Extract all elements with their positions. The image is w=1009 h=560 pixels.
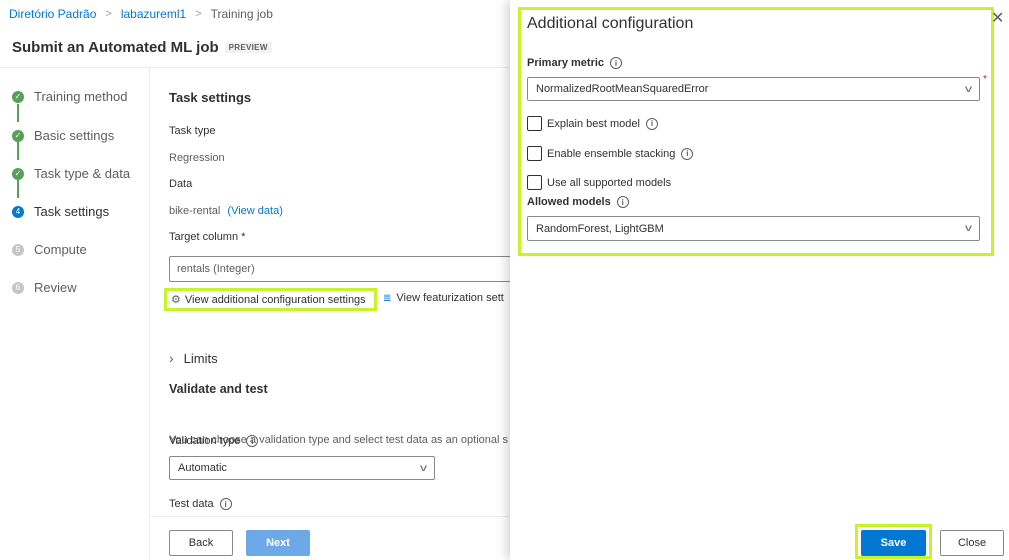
step-label: Task type & data [34, 166, 131, 181]
view-data-link[interactable]: (View data) [227, 205, 282, 217]
explain-best-model-checkbox[interactable] [527, 116, 542, 131]
step-review[interactable]: 6 Review [12, 280, 77, 295]
required-marker: * [983, 74, 987, 85]
use-all-models-label: Use all supported models [547, 176, 672, 189]
close-button[interactable]: Close [940, 530, 1004, 556]
step-task-settings[interactable]: 4 Task settings [12, 204, 109, 219]
step-connector [17, 142, 19, 160]
validation-type-dropdown[interactable]: Automatic v [169, 456, 435, 480]
primary-metric-label-row: Primary metric i [527, 57, 623, 69]
validation-type-label-row: Validation type i [169, 435, 259, 447]
step-compute[interactable]: 5 Compute [12, 242, 87, 257]
close-icon[interactable]: ✕ [991, 11, 1004, 27]
limits-expander[interactable]: › Limits [169, 350, 218, 366]
step-label: Training method [34, 89, 128, 104]
breadcrumb-item-current: Training job [210, 7, 273, 21]
task-type-label: Task type [169, 125, 216, 137]
step-connector [17, 180, 19, 198]
target-column-field[interactable]: rentals (Integer) [169, 256, 510, 282]
step-basic-settings[interactable]: ✓ Basic settings [12, 128, 114, 143]
breadcrumb-separator-icon: > [105, 8, 112, 20]
primary-metric-value: NormalizedRootMeanSquaredError [536, 83, 709, 95]
gear-icon: ⚙ [171, 294, 181, 306]
test-data-label: Test data [169, 498, 214, 510]
info-icon[interactable]: i [219, 498, 232, 510]
step-complete-icon: ✓ [12, 129, 24, 142]
step-label: Compute [34, 242, 87, 257]
step-complete-icon: ✓ [12, 90, 24, 103]
chevron-down-icon: v [420, 462, 427, 474]
test-data-label-row: Test data i [169, 498, 232, 510]
info-icon[interactable]: i [681, 147, 694, 160]
info-icon[interactable]: i [610, 57, 623, 69]
dataset-name: bike-rental [169, 205, 221, 217]
step-number-icon: 4 [12, 205, 24, 218]
allowed-models-value: RandomForest, LightGBM [536, 222, 664, 235]
step-training-method[interactable]: ✓ Training method [12, 89, 127, 104]
view-featurization-link[interactable]: ≣ View featurization sett [383, 292, 510, 304]
info-icon[interactable]: i [616, 196, 629, 208]
step-label: Task settings [34, 204, 110, 219]
data-label: Data [169, 178, 193, 190]
step-connector [17, 104, 19, 122]
chevron-right-icon: › [169, 350, 174, 366]
explain-best-model-option[interactable]: Explain best model i [527, 116, 658, 131]
primary-metric-label: Primary metric [527, 57, 605, 69]
step-label: Basic settings [34, 128, 115, 143]
breadcrumb: Diretório Padrão > labazureml1 > Trainin… [0, 0, 273, 28]
breadcrumb-item-directory[interactable]: Diretório Padrão [9, 7, 96, 21]
limits-label: Limits [183, 350, 218, 366]
allowed-models-label-row: Allowed models i [527, 196, 629, 208]
chevron-down-icon: v [965, 83, 972, 95]
breadcrumb-separator-icon: > [195, 8, 202, 20]
step-complete-icon: ✓ [12, 167, 24, 180]
back-button[interactable]: Back [169, 530, 233, 556]
step-label: Review [34, 280, 77, 295]
validation-type-label: Validation type [169, 435, 241, 447]
step-task-type-data[interactable]: ✓ Task type & data [12, 166, 130, 181]
use-all-models-checkbox[interactable] [527, 175, 542, 190]
featurization-icon: ≣ [383, 292, 392, 304]
section-title-task-settings: Task settings [169, 90, 252, 105]
step-number-icon: 5 [12, 243, 24, 256]
preview-badge: PREVIEW [224, 42, 272, 53]
breadcrumb-item-workspace[interactable]: labazureml1 [121, 7, 186, 21]
validation-type-value: Automatic [178, 462, 227, 474]
section-title-validate-test: Validate and test [169, 382, 268, 396]
chevron-down-icon: v [965, 223, 972, 234]
ensemble-stacking-option[interactable]: Enable ensemble stacking i [527, 146, 694, 161]
task-type-value: Regression [169, 152, 225, 164]
step-number-icon: 6 [12, 281, 24, 294]
use-all-models-option[interactable]: Use all supported models [527, 175, 671, 190]
save-button[interactable]: Save [861, 530, 926, 556]
data-value-row: bike-rental (View data) [169, 205, 283, 217]
ensemble-stacking-checkbox[interactable] [527, 146, 542, 161]
next-button[interactable]: Next [246, 530, 310, 556]
view-additional-config-link[interactable]: ⚙ View additional configuration settings [164, 288, 377, 311]
primary-metric-dropdown[interactable]: NormalizedRootMeanSquaredError v [527, 77, 980, 101]
allowed-models-label: Allowed models [527, 196, 611, 208]
info-icon[interactable]: i [246, 435, 259, 447]
allowed-models-dropdown[interactable]: RandomForest, LightGBM v [527, 216, 980, 241]
explain-best-model-label: Explain best model [547, 117, 640, 130]
ensemble-stacking-label: Enable ensemble stacking [547, 147, 676, 160]
page-title: Submit an Automated ML job PREVIEW [12, 39, 272, 56]
target-column-label: Target column * [169, 231, 246, 243]
view-additional-config-label: View additional configuration settings [184, 293, 366, 306]
panel-title: Additional configuration [527, 15, 694, 32]
page-title-text: Submit an Automated ML job [12, 39, 219, 56]
view-featurization-label: View featurization sett [396, 292, 504, 304]
info-icon[interactable]: i [645, 117, 658, 130]
